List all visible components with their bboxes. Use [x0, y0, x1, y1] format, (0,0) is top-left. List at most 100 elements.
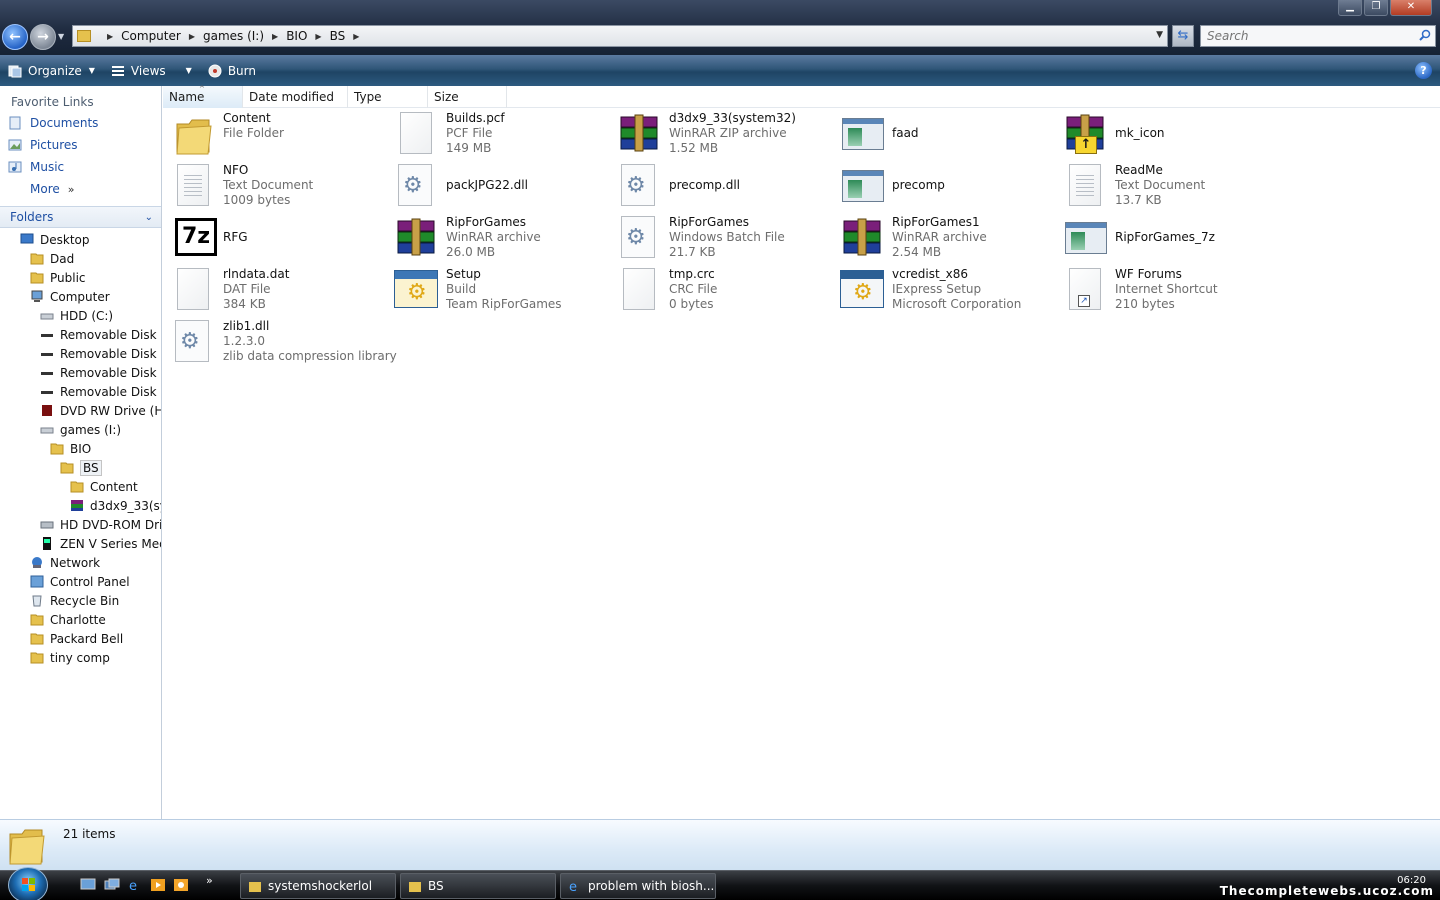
close-button[interactable]: ✕	[1390, 0, 1432, 16]
file-item[interactable]: NFO Text Document 1009 bytes	[169, 160, 389, 212]
address-history-dropdown[interactable]: ▼	[1156, 30, 1163, 40]
winrar-icon	[838, 212, 886, 260]
breadcrumb-chevron-icon[interactable]: ▶	[107, 32, 113, 41]
file-item[interactable]: ↑ mk_icon	[1061, 108, 1281, 160]
tree-item-label: Network	[50, 555, 101, 570]
minimize-button[interactable]: ▁	[1338, 0, 1362, 16]
tree-item[interactable]: d3dx9_33(sys	[0, 496, 161, 515]
tree-item[interactable]: games (I:)	[0, 420, 161, 439]
tree-item[interactable]: Removable Disk (E	[0, 344, 161, 363]
file-item[interactable]: RipForGames1 WinRAR archive 2.54 MB	[838, 212, 1058, 264]
tree-item[interactable]: Removable Disk (G	[0, 382, 161, 401]
breadcrumb-computer[interactable]: Computer	[121, 29, 181, 43]
breadcrumb-bs[interactable]: BS	[330, 29, 346, 43]
file-item[interactable]: ↗ WF Forums Internet Shortcut 210 bytes	[1061, 264, 1281, 316]
tree-item[interactable]: tiny comp	[0, 648, 161, 667]
tree-item[interactable]: Removable Disk (F	[0, 363, 161, 382]
tree-item[interactable]: Packard Bell	[0, 629, 161, 648]
tree-item[interactable]: Recycle Bin	[0, 591, 161, 610]
installer-icon	[838, 264, 886, 312]
command-bar: Organize ▼ Views ▼ Burn ?	[0, 55, 1440, 86]
quick-launch-more[interactable]: »	[206, 874, 213, 887]
media-player-icon[interactable]	[150, 878, 166, 892]
favorite-more[interactable]: More »	[0, 178, 161, 200]
recent-pages-dropdown[interactable]: ▼	[58, 32, 64, 41]
file-item[interactable]: Content File Folder	[169, 108, 389, 160]
column-name[interactable]: ^ Name	[163, 85, 243, 108]
internet-explorer-icon[interactable]: e	[127, 878, 143, 892]
tree-item[interactable]: Public	[0, 268, 161, 287]
tree-item[interactable]: HDD (C:)	[0, 306, 161, 325]
file-item[interactable]: SetupBuildTeam RipForGames	[392, 264, 612, 316]
refresh-button[interactable]: ⇆	[1172, 25, 1194, 47]
taskbar-button-bs[interactable]: BS	[400, 873, 556, 899]
column-date-modified[interactable]: Date modified	[243, 86, 348, 108]
column-type[interactable]: Type	[348, 86, 428, 108]
column-size[interactable]: Size	[428, 86, 507, 108]
tree-item[interactable]: DVD RW Drive (H:)	[0, 401, 161, 420]
forward-button[interactable]: →	[30, 24, 56, 50]
breadcrumb-bio[interactable]: BIO	[286, 29, 307, 43]
views-button[interactable]: Views ▼	[103, 59, 200, 83]
file-item[interactable]: packJPG22.dll	[392, 160, 612, 212]
breadcrumb-chevron-icon[interactable]: ▶	[315, 32, 321, 41]
file-item[interactable]: RipForGames_7z	[1061, 212, 1281, 264]
file-item[interactable]: zlib1.dll1.2.3.0zlib data compression li…	[169, 316, 397, 368]
taskbar-button-browser[interactable]: e problem with biosh...	[560, 873, 716, 899]
tree-item[interactable]: Dad	[0, 249, 161, 268]
help-icon[interactable]: ?	[1415, 62, 1432, 79]
favorite-music[interactable]: Music	[0, 156, 161, 178]
tree-item[interactable]: Network	[0, 553, 161, 572]
file-item[interactable]: Builds.pcf PCF File 149 MB	[392, 108, 612, 160]
start-button[interactable]	[8, 867, 48, 900]
switch-windows-icon[interactable]	[104, 878, 120, 892]
tree-item[interactable]: BIO	[0, 439, 161, 458]
file-item[interactable]: rlndata.dat DAT File 384 KB	[169, 264, 389, 316]
taskbar-button-systemshockerlol[interactable]: systemshockerlol	[240, 873, 396, 899]
chevron-down-icon[interactable]: ▼	[186, 66, 192, 75]
tree-item[interactable]: BS	[0, 458, 161, 477]
file-item[interactable]: 7z RFG	[169, 212, 389, 264]
burn-button[interactable]: Burn	[200, 59, 264, 83]
file-item[interactable]: d3dx9_33(system32) WinRAR ZIP archive 1.52…	[615, 108, 835, 160]
breadcrumb-chevron-icon[interactable]: ▶	[353, 32, 359, 41]
file-item[interactable]: RipForGames WinRAR archive 26.0 MB	[392, 212, 612, 264]
tree-item[interactable]: Content	[0, 477, 161, 496]
address-bar[interactable]: ▶ Computer ▶ games (I:) ▶ BIO ▶ BS ▶ ▼	[72, 25, 1168, 47]
messenger-icon[interactable]	[173, 878, 189, 892]
favorite-pictures[interactable]: Pictures	[0, 134, 161, 156]
tree-item[interactable]: Computer	[0, 287, 161, 306]
organize-icon	[8, 65, 22, 77]
folders-header[interactable]: Folders ⌄	[0, 206, 161, 228]
file-item[interactable]: RipForGamesWindows Batch File21.7 KB	[615, 212, 835, 264]
network-icon	[30, 556, 44, 569]
file-item[interactable]: vcredist_x86IExpress SetupMicrosoft Corp…	[838, 264, 1058, 316]
tree-item[interactable]: Control Panel	[0, 572, 161, 591]
search-box[interactable]	[1200, 25, 1436, 47]
tree-item[interactable]: Desktop	[0, 230, 161, 249]
maximize-button[interactable]: ❐	[1364, 0, 1388, 16]
show-desktop-icon[interactable]	[80, 878, 96, 892]
breadcrumb-chevron-icon[interactable]: ▶	[189, 32, 195, 41]
search-icon[interactable]	[1419, 29, 1431, 41]
tree-item[interactable]: ZEN V Series Medi	[0, 534, 161, 553]
favorite-documents[interactable]: Documents	[0, 112, 161, 134]
file-item[interactable]: precomp.dll	[615, 160, 835, 212]
search-input[interactable]	[1207, 29, 1407, 43]
tree-item[interactable]: Charlotte	[0, 610, 161, 629]
7z-icon: 7z	[169, 212, 217, 260]
file-name: tmp.crc	[669, 267, 715, 281]
breadcrumb-games[interactable]: games (I:)	[203, 29, 264, 43]
file-item[interactable]: ReadMe Text Document 13.7 KB	[1061, 160, 1281, 212]
file-item[interactable]: tmp.crc CRC File 0 bytes	[615, 264, 835, 316]
back-button[interactable]: ←	[2, 24, 28, 50]
file-name: WF Forums	[1115, 267, 1182, 281]
organize-button[interactable]: Organize ▼	[0, 59, 103, 83]
file-item[interactable]: faad	[838, 108, 1058, 160]
tree-item[interactable]: Removable Disk (D	[0, 325, 161, 344]
file-item[interactable]: precomp	[838, 160, 1058, 212]
breadcrumb-chevron-icon[interactable]: ▶	[272, 32, 278, 41]
tree-item[interactable]: HD DVD-ROM Driv	[0, 515, 161, 534]
forward-arrow-icon: →	[37, 29, 49, 45]
burn-label: Burn	[227, 63, 256, 78]
